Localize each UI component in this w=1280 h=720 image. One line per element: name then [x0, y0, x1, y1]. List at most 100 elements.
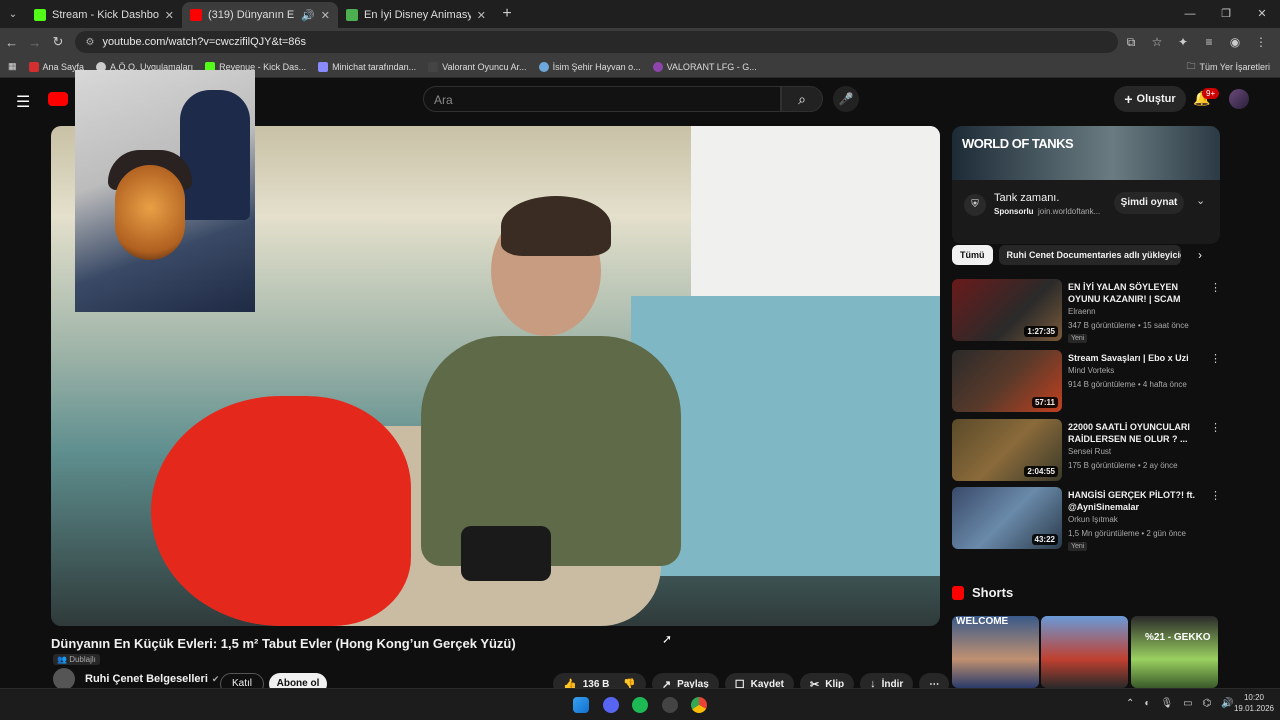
chrome-icon[interactable] — [691, 697, 707, 713]
video-meta: 914 B görüntüleme • 4 hafta önce — [1068, 380, 1187, 389]
profile-icon[interactable]: ◉ — [1222, 35, 1248, 50]
spotify-icon[interactable] — [632, 697, 648, 713]
bookmark-label: İsim Şehir Hayvan o... — [552, 61, 641, 72]
youtube-logo-icon[interactable] — [48, 92, 68, 106]
video-thumbnail[interactable]: 43:22 — [952, 487, 1062, 549]
channel-name[interactable]: Sensei Rust — [1068, 447, 1111, 456]
short-thumbnail[interactable] — [1041, 616, 1128, 688]
bookmark-icon — [28, 61, 39, 72]
close-window-icon[interactable]: ✕ — [1244, 0, 1280, 28]
tab-title: En İyi Disney Animasyon Filmi — [364, 9, 471, 21]
app-tray-icon[interactable]: ◐ — [1144, 698, 1150, 709]
reading-list-icon[interactable]: ≡ — [1196, 35, 1222, 50]
chevron-up-icon[interactable]: ⌃ — [1126, 698, 1134, 709]
channel-name[interactable]: Elraenn — [1068, 307, 1096, 316]
video-title[interactable]: 22000 SAATLİ OYUNCULARI RAİDLERSEN NE OL… — [1068, 421, 1204, 445]
tab-kick-dashboard[interactable]: Stream - Kick Dashboard ✕ — [26, 2, 182, 28]
close-tab-icon[interactable]: ✕ — [165, 9, 174, 22]
close-tab-icon[interactable]: ✕ — [477, 9, 486, 22]
restore-icon[interactable]: ❐ — [1208, 0, 1244, 28]
system-tray: ⌃ ◐ 🎙 ▭ ⌬ 🔊 — [1126, 698, 1234, 709]
video-meta: 347 B görüntüleme • 15 saat önce — [1068, 321, 1189, 330]
video-thumbnail[interactable]: 57:11 — [952, 350, 1062, 412]
minimize-icon[interactable]: — — [1172, 0, 1208, 28]
app-icon[interactable] — [662, 697, 678, 713]
ad-play-button[interactable]: Şimdi oynat — [1114, 192, 1184, 214]
short-thumbnail[interactable]: %21 - GEKKO — [1131, 616, 1218, 688]
reload-icon[interactable]: ↻ — [46, 34, 69, 50]
sponsored-ad[interactable]: WORLD OF TANKS ⛨ Tank zamanı. Sponsorlu … — [952, 126, 1220, 244]
more-options-icon[interactable]: ⋮ — [1210, 352, 1221, 365]
shorts-logo-icon — [952, 585, 964, 600]
browser-menu-icon[interactable]: ⋮ — [1248, 35, 1274, 50]
search-icon[interactable]: ⌕ — [781, 86, 823, 112]
video-duration: 43:22 — [1031, 534, 1058, 545]
webcam-background-person — [180, 90, 250, 220]
folder-icon: 🗀 — [1186, 60, 1196, 71]
dubbed-badge: 👥 Dublajlı — [53, 654, 100, 665]
channel-name[interactable]: Mind Vorteks — [1068, 366, 1114, 375]
all-bookmarks-folder[interactable]: 🗀 Tüm Yer İşaretleri — [1186, 59, 1270, 75]
clock[interactable]: 10:20 19.01.2026 — [1234, 692, 1274, 714]
bookmark-icon — [538, 61, 549, 72]
bookmark-minichat[interactable]: Minichat tarafından... — [318, 61, 416, 72]
dubbed-label: Dublajlı — [69, 655, 96, 664]
chip-uploader[interactable]: Ruhi Cenet Documentaries adlı yükleyicid… — [998, 245, 1181, 265]
bookmark-isim-sehir[interactable]: İsim Şehir Hayvan o... — [538, 61, 641, 72]
new-tab-button[interactable]: + — [494, 5, 520, 23]
windows-start-icon[interactable] — [573, 697, 589, 713]
tab-disney-movies[interactable]: En İyi Disney Animasyon Filmi ✕ — [338, 2, 494, 28]
clock-time: 10:20 — [1243, 693, 1264, 702]
video-title[interactable]: HANGİSİ GERÇEK PİLOT?! ft. @AyniSinemala… — [1068, 489, 1204, 513]
speaker-icon[interactable]: 🔊 — [301, 9, 315, 22]
list-item[interactable]: 57:11 Stream Savaşları | Ebo x Uzi Mind … — [952, 350, 1221, 412]
ad-url: join.worldoftank... — [1038, 207, 1101, 216]
bookmark-star-icon[interactable]: ☆ — [1144, 35, 1170, 50]
chevron-down-icon[interactable]: ⌄ — [1196, 194, 1205, 207]
video-thumbnail[interactable]: 1:27:35 — [952, 279, 1062, 341]
list-item[interactable]: 43:22 HANGİSİ GERÇEK PİLOT?! ft. @AyniSi… — [952, 487, 1221, 551]
channel-name[interactable]: Orkun Işıtmak — [1068, 515, 1118, 524]
chip-all[interactable]: Tümü — [952, 245, 993, 265]
display-icon[interactable]: ▭ — [1183, 698, 1192, 709]
tab-youtube-video[interactable]: (319) Dünyanın En Küçük E 🔊 ✕ — [182, 2, 338, 28]
url-bar[interactable]: ⚙ youtube.com/watch?v=cwczifilQJY&t=86s — [75, 31, 1119, 53]
list-item[interactable]: 1:27:35 EN İYİ YALAN SÖYLEYEN OYUNU KAZA… — [952, 279, 1221, 343]
channel-avatar[interactable] — [53, 668, 75, 690]
microphone-icon[interactable]: 🎤 — [833, 86, 859, 112]
back-icon[interactable]: ← — [0, 35, 23, 50]
channel-name[interactable]: Ruhi Çenet Belgeselleri — [85, 673, 208, 685]
apps-grid-icon[interactable]: ▦ — [8, 61, 17, 72]
close-tab-icon[interactable]: ✕ — [321, 9, 330, 22]
forward-icon[interactable]: → — [23, 35, 46, 50]
more-options-icon[interactable]: ⋮ — [1210, 281, 1221, 294]
list-item[interactable]: 2:04:55 22000 SAATLİ OYUNCULARI RAİDLERS… — [952, 419, 1221, 481]
sidebar: WORLD OF TANKS ⛨ Tank zamanı. Sponsorlu … — [952, 126, 1220, 244]
chevron-right-icon[interactable]: › — [1198, 248, 1202, 262]
more-options-icon[interactable]: ⋮ — [1210, 421, 1221, 434]
discord-icon[interactable] — [603, 697, 619, 713]
cast-icon[interactable]: ⧉ — [1118, 35, 1144, 50]
bookmark-icon — [652, 61, 663, 72]
volume-icon[interactable]: 🔊 — [1221, 698, 1233, 709]
extensions-icon[interactable]: ✦ — [1170, 35, 1196, 50]
microphone-tray-icon[interactable]: 🎙 — [1160, 698, 1173, 709]
bookmark-icon — [428, 61, 439, 72]
browser-tab-bar: ⌄ Stream - Kick Dashboard ✕ (319) Dünyan… — [0, 0, 1280, 28]
site-info-icon[interactable]: ⚙ — [85, 37, 94, 48]
clock-date: 19.01.2026 — [1233, 704, 1274, 713]
network-icon[interactable]: ⌬ — [1203, 698, 1212, 709]
video-thumbnail[interactable]: 2:04:55 — [952, 419, 1062, 481]
short-thumbnail[interactable]: WELCOME — [952, 616, 1039, 688]
notification-badge: 9+ — [1202, 88, 1220, 99]
menu-icon[interactable]: ☰ — [16, 92, 30, 112]
video-title[interactable]: EN İYİ YALAN SÖYLEYEN OYUNU KAZANIR! | S… — [1068, 281, 1204, 305]
tab-search-button[interactable]: ⌄ — [0, 0, 26, 28]
search-input[interactable]: Ara — [423, 86, 781, 112]
more-options-icon[interactable]: ⋮ — [1210, 489, 1221, 502]
video-title[interactable]: Stream Savaşları | Ebo x Uzi — [1068, 352, 1204, 364]
bookmark-valorant-oyuncu[interactable]: Valorant Oyuncu Ar... — [428, 61, 527, 72]
create-button[interactable]: + Oluştur — [1114, 86, 1186, 112]
bookmark-valorant-lfg[interactable]: VALORANT LFG - G... — [652, 61, 757, 72]
account-avatar[interactable] — [1229, 89, 1249, 109]
